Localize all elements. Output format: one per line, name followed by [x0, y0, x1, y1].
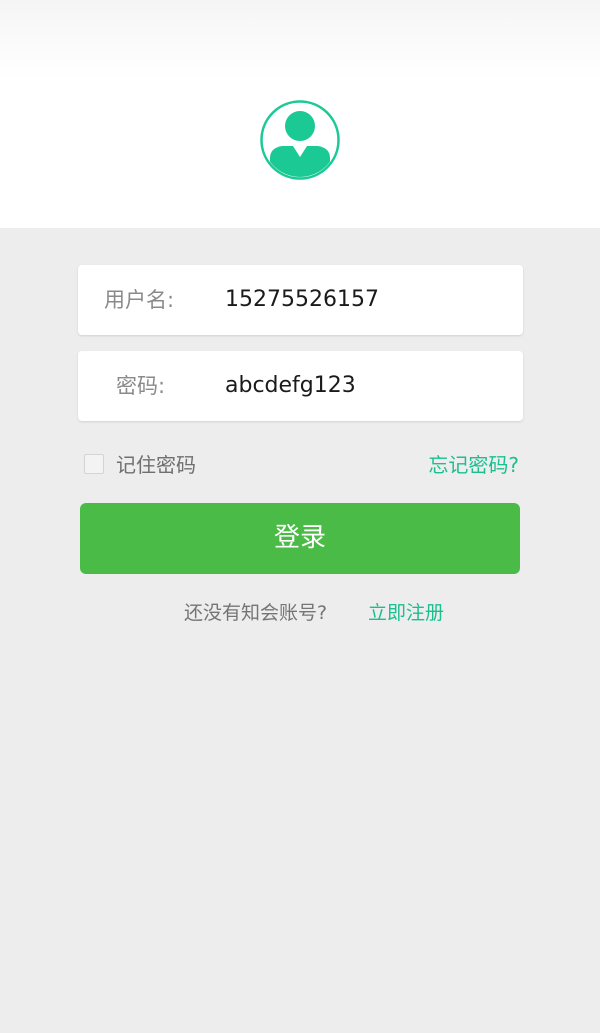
- register-prompt: 还没有知会账号?: [184, 602, 328, 624]
- login-button[interactable]: 登录: [80, 503, 520, 574]
- password-input[interactable]: [225, 351, 505, 421]
- password-field: 密码:: [78, 351, 523, 421]
- remember-password-label[interactable]: 记住密码: [116, 451, 196, 479]
- password-label: 密码:: [116, 374, 166, 398]
- register-link[interactable]: 立即注册: [368, 598, 444, 628]
- forgot-password-link[interactable]: 忘记密码?: [428, 451, 519, 479]
- remember-password-checkbox[interactable]: [84, 454, 104, 474]
- username-label: 用户名:: [104, 288, 175, 312]
- user-avatar-icon: [260, 100, 340, 180]
- username-field: 用户名:: [78, 265, 523, 335]
- register-row: 还没有知会账号? 立即注册: [0, 598, 600, 628]
- header-area: [0, 0, 600, 228]
- username-input[interactable]: [225, 265, 505, 335]
